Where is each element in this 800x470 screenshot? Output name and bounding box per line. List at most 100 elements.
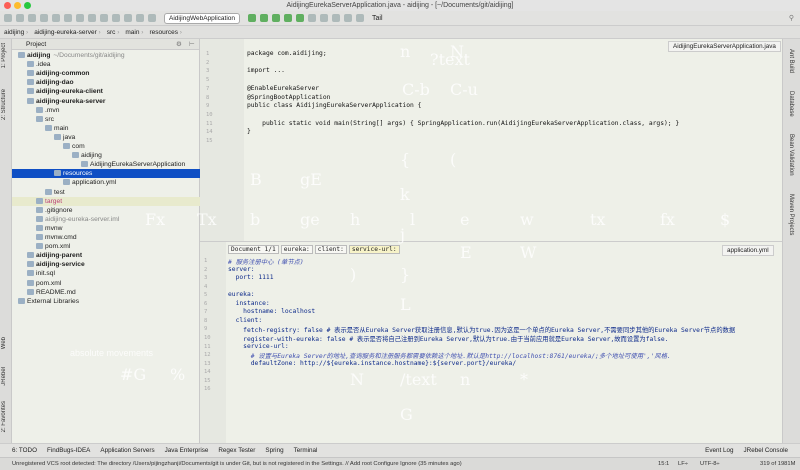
code-line[interactable]: defaultZone: http://${eureka.instance.ho… bbox=[228, 360, 516, 367]
save-icon[interactable] bbox=[16, 14, 24, 22]
tool-todo[interactable]: 6: TODO bbox=[12, 447, 37, 454]
yaml-crumb[interactable]: Document 1/1 bbox=[228, 245, 279, 254]
tree-item[interactable]: pom.xml bbox=[12, 279, 200, 288]
tree-item[interactable]: target bbox=[12, 196, 200, 206]
sync-icon[interactable] bbox=[28, 14, 36, 22]
tree-item[interactable]: mvnw.cmd bbox=[12, 233, 200, 242]
tree-item[interactable]: .gitignore bbox=[12, 206, 200, 215]
find-icon[interactable] bbox=[100, 14, 108, 22]
code-line[interactable]: service-url: bbox=[228, 343, 289, 350]
close-window-button[interactable] bbox=[4, 2, 11, 9]
tool-event-log[interactable]: Event Log bbox=[705, 447, 733, 454]
open-icon[interactable] bbox=[4, 14, 12, 22]
breadcrumb-item[interactable]: resources bbox=[149, 29, 182, 36]
tool-spring[interactable]: Spring bbox=[265, 447, 283, 454]
run-icon[interactable] bbox=[248, 14, 257, 22]
sdk-icon[interactable] bbox=[332, 14, 341, 22]
tree-item[interactable]: aidijing bbox=[12, 151, 200, 160]
code-line[interactable]: register-with-eureka: false # 表示是否将自己注册到… bbox=[228, 334, 668, 343]
tree-item[interactable]: aidijing-dao bbox=[12, 78, 200, 87]
gear-icon[interactable]: ⚙ bbox=[176, 39, 182, 50]
breadcrumb-item[interactable]: src bbox=[107, 29, 120, 36]
code-line[interactable]: instance: bbox=[228, 300, 270, 307]
code-line[interactable]: hostname: localhost bbox=[228, 308, 315, 315]
tab-bean-validation[interactable]: Bean Validation bbox=[788, 134, 794, 176]
coverage-icon[interactable] bbox=[272, 14, 281, 22]
tree-item[interactable]: resources bbox=[12, 169, 200, 179]
zoom-window-button[interactable] bbox=[24, 2, 31, 9]
tree-item[interactable]: pom.xml bbox=[12, 242, 200, 251]
tab-java-file[interactable]: AidijingEurekaServerApplication.java bbox=[668, 41, 781, 52]
yaml-crumb[interactable]: service-url: bbox=[348, 245, 400, 254]
hide-icon[interactable]: ⊢ bbox=[189, 39, 195, 50]
copy-icon[interactable] bbox=[76, 14, 84, 22]
vcs-icon[interactable] bbox=[356, 14, 365, 22]
run-configuration-select[interactable]: AidijingWebApplication bbox=[164, 12, 241, 24]
tab-structure[interactable]: 2: Structure bbox=[1, 89, 7, 120]
jrebel-run-icon[interactable] bbox=[284, 14, 293, 22]
replace-icon[interactable] bbox=[112, 14, 120, 22]
tree-item[interactable]: aidijing-parent bbox=[12, 251, 200, 260]
tree-item[interactable]: aidijing-common bbox=[12, 69, 200, 78]
tool-application-servers[interactable]: Application Servers bbox=[100, 447, 154, 454]
code-line[interactable]: public static void main(String[] args) {… bbox=[247, 120, 679, 127]
project-view-select[interactable]: Project bbox=[26, 41, 46, 48]
build-icon[interactable] bbox=[148, 14, 156, 22]
tab-database[interactable]: Database bbox=[788, 91, 794, 117]
back-icon[interactable] bbox=[124, 14, 132, 22]
tree-item[interactable]: External Libraries bbox=[12, 297, 200, 306]
tree-item[interactable]: mvnw bbox=[12, 224, 200, 233]
tree-item[interactable]: aidijing-eureka-server bbox=[12, 97, 200, 106]
yaml-crumb[interactable]: eureka: bbox=[280, 245, 313, 254]
code-line[interactable]: package com.aidijing; bbox=[247, 50, 327, 57]
tree-item[interactable]: README.md bbox=[12, 288, 200, 297]
code-line[interactable]: eureka: bbox=[228, 291, 255, 298]
tail-button[interactable]: Tail bbox=[372, 15, 383, 22]
tab-web[interactable]: Web bbox=[1, 337, 7, 349]
tree-item[interactable]: aidijing-eureka-server.iml bbox=[12, 215, 200, 224]
file-encoding[interactable]: UTF-8÷ bbox=[700, 458, 720, 470]
help-icon[interactable] bbox=[344, 14, 353, 22]
project-structure-icon[interactable] bbox=[320, 14, 329, 22]
paste-icon[interactable] bbox=[88, 14, 96, 22]
tool-terminal[interactable]: Terminal bbox=[294, 447, 318, 454]
code-line[interactable]: server: bbox=[228, 266, 255, 273]
tool-regex-tester[interactable]: Regex Tester bbox=[218, 447, 255, 454]
forward-icon[interactable] bbox=[136, 14, 144, 22]
breadcrumb-item[interactable]: main bbox=[125, 29, 143, 36]
stop-icon[interactable] bbox=[308, 14, 317, 22]
tree-item[interactable]: init.sql bbox=[12, 269, 200, 278]
tab-yaml-file[interactable]: application.yml bbox=[722, 245, 774, 256]
search-everywhere-icon[interactable]: ⚲ bbox=[789, 14, 794, 22]
tree-item[interactable]: java bbox=[12, 133, 200, 142]
code-line[interactable]: @EnableEurekaServer bbox=[247, 85, 319, 92]
jrebel-debug-icon[interactable] bbox=[296, 14, 305, 22]
minimize-window-button[interactable] bbox=[14, 2, 21, 9]
yaml-editor[interactable]: Document 1/1 eureka: client: service-url: 1… bbox=[200, 241, 782, 443]
tree-item[interactable]: aidijing-eureka-client bbox=[12, 87, 200, 96]
tree-item[interactable]: test bbox=[12, 188, 200, 197]
redo-icon[interactable] bbox=[52, 14, 60, 22]
tab-maven-projects[interactable]: Maven Projects bbox=[788, 194, 794, 235]
tab-ant-build[interactable]: Ant Build bbox=[788, 49, 794, 73]
memory-indicator[interactable]: 319 of 1981M bbox=[760, 458, 795, 470]
code-line[interactable]: public class AidijingEurekaServerApplica… bbox=[247, 102, 421, 109]
code-line[interactable]: import ... bbox=[247, 67, 285, 74]
undo-icon[interactable] bbox=[40, 14, 48, 22]
java-editor[interactable]: 1 package com.aidijing; 2 3 import ... 5 7 @Ena… bbox=[200, 39, 782, 241]
tree-item[interactable]: aidijing-service bbox=[12, 260, 200, 269]
tree-item[interactable]: application.yml bbox=[12, 178, 200, 187]
tree-item[interactable]: .mvn bbox=[12, 106, 200, 115]
tree-item[interactable]: AidijingEurekaServerApplication bbox=[12, 160, 200, 169]
tool-findbugs[interactable]: FindBugs-IDEA bbox=[47, 447, 90, 454]
tree-item[interactable]: com bbox=[12, 142, 200, 151]
breadcrumb-item[interactable]: aidijing-eureka-server bbox=[34, 29, 100, 36]
code-line[interactable]: } bbox=[247, 128, 251, 135]
yaml-crumb[interactable]: client: bbox=[314, 245, 347, 254]
tab-jrebel[interactable]: JRebel bbox=[1, 367, 7, 386]
caret-position[interactable]: 15:1 bbox=[658, 458, 669, 470]
status-message[interactable]: Unregistered VCS root detected: The dire… bbox=[12, 461, 462, 467]
code-line[interactable]: port: 1111 bbox=[228, 274, 274, 281]
tree-item[interactable]: main bbox=[12, 124, 200, 133]
tab-project[interactable]: 1: Project bbox=[1, 43, 7, 68]
